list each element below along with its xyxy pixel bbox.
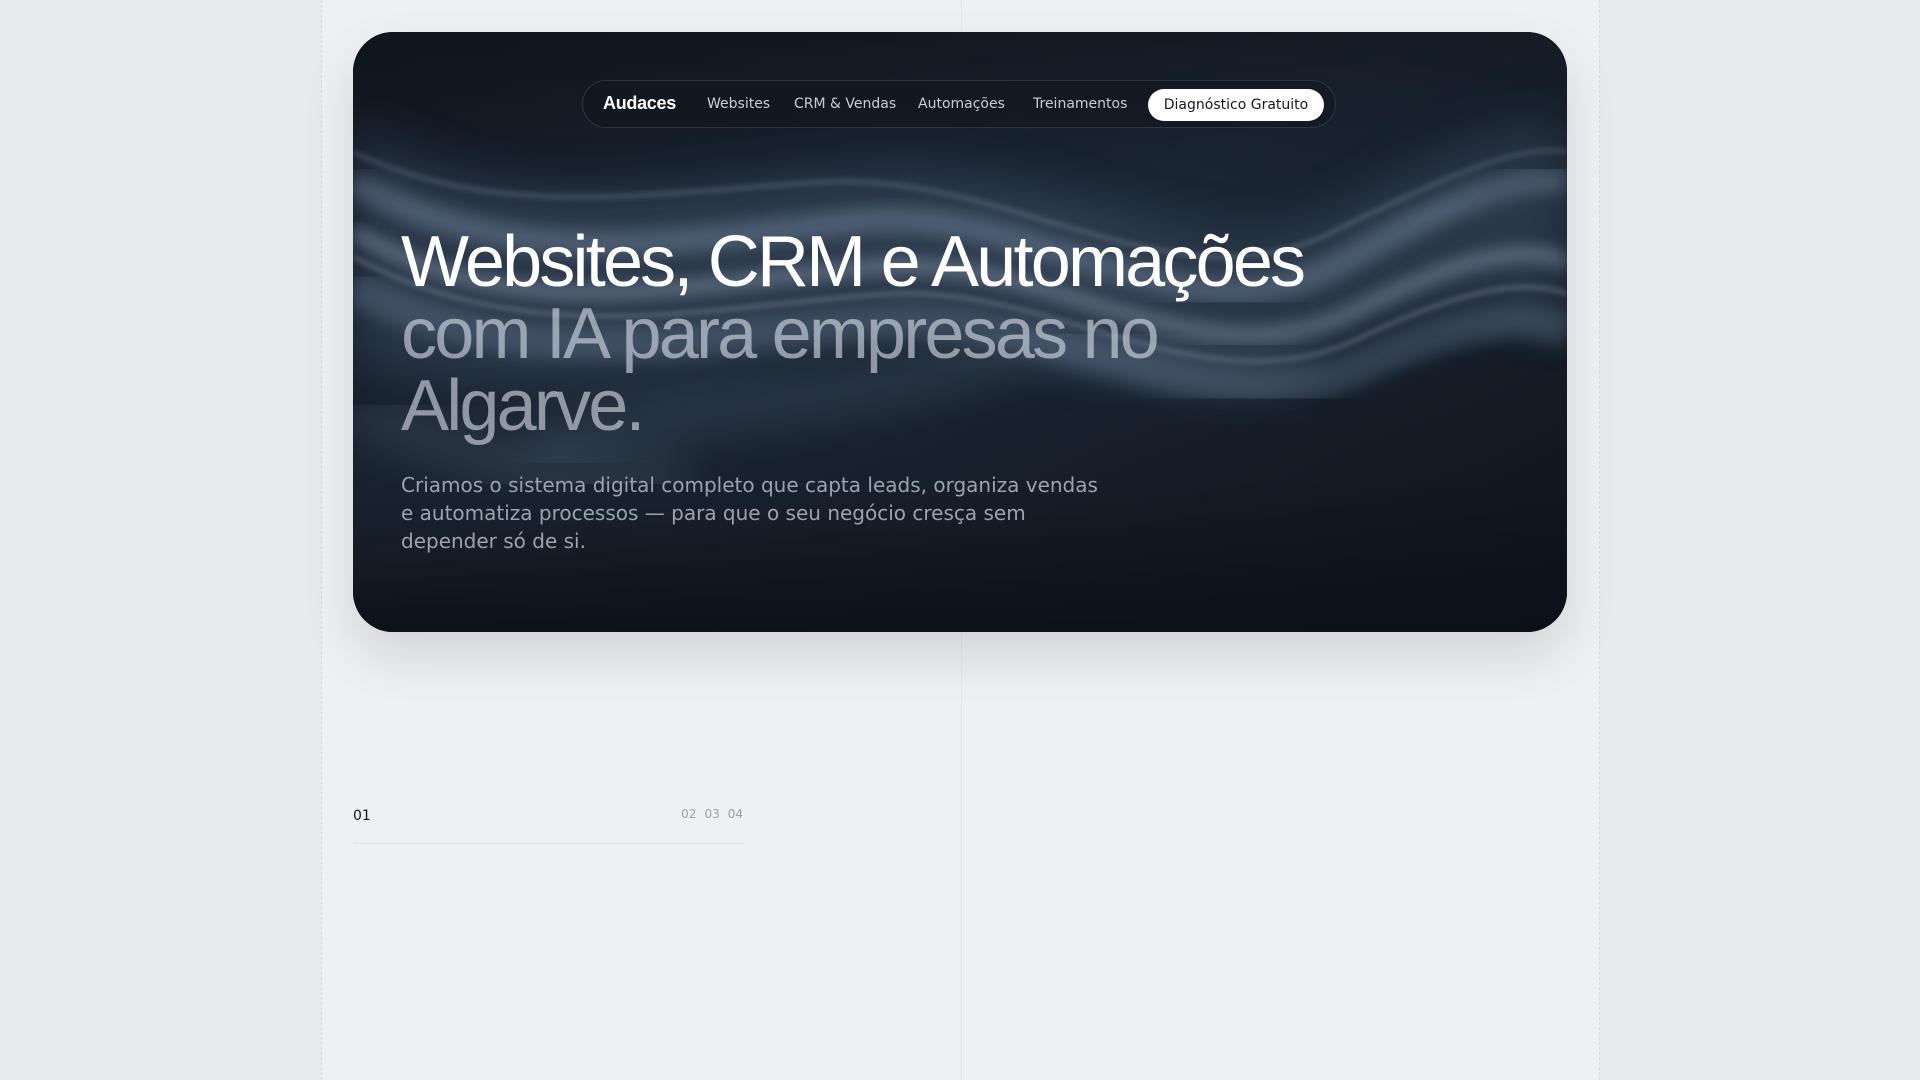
pager-current-index[interactable]: 01 [353,808,371,824]
free-diagnosis-button[interactable]: Diagnóstico Gratuito [1148,89,1324,121]
nav-link-treinamentos[interactable]: Treinamentos [1033,96,1127,112]
pager-index[interactable]: 03 [704,807,719,821]
hero-subtitle: Criamos o sistema digital completo que c… [401,473,1098,553]
slide-pager: 01 02 03 04 [353,800,745,844]
hero-section: Audaces Websites CRM & Vendas Automações… [353,32,1567,632]
hero-headline: Websites, CRM e Automações com IA para e… [401,226,1501,442]
headline-line-primary: Websites, CRM e Automações [401,222,1306,302]
pager-index[interactable]: 04 [728,807,743,821]
nav-link-crm-vendas[interactable]: CRM & Vendas [794,96,896,112]
pager-index[interactable]: 02 [681,807,696,821]
headline-line-secondary: com IA para empresas no Algarve. [401,294,1160,446]
nav-link-automacoes[interactable]: Automações [918,96,1005,112]
brand-logo[interactable]: Audaces [603,93,676,114]
nav-link-websites[interactable]: Websites [707,96,770,112]
top-nav: Audaces Websites CRM & Vendas Automações… [582,80,1336,128]
pager-other-indices: 02 03 04 [681,807,743,821]
